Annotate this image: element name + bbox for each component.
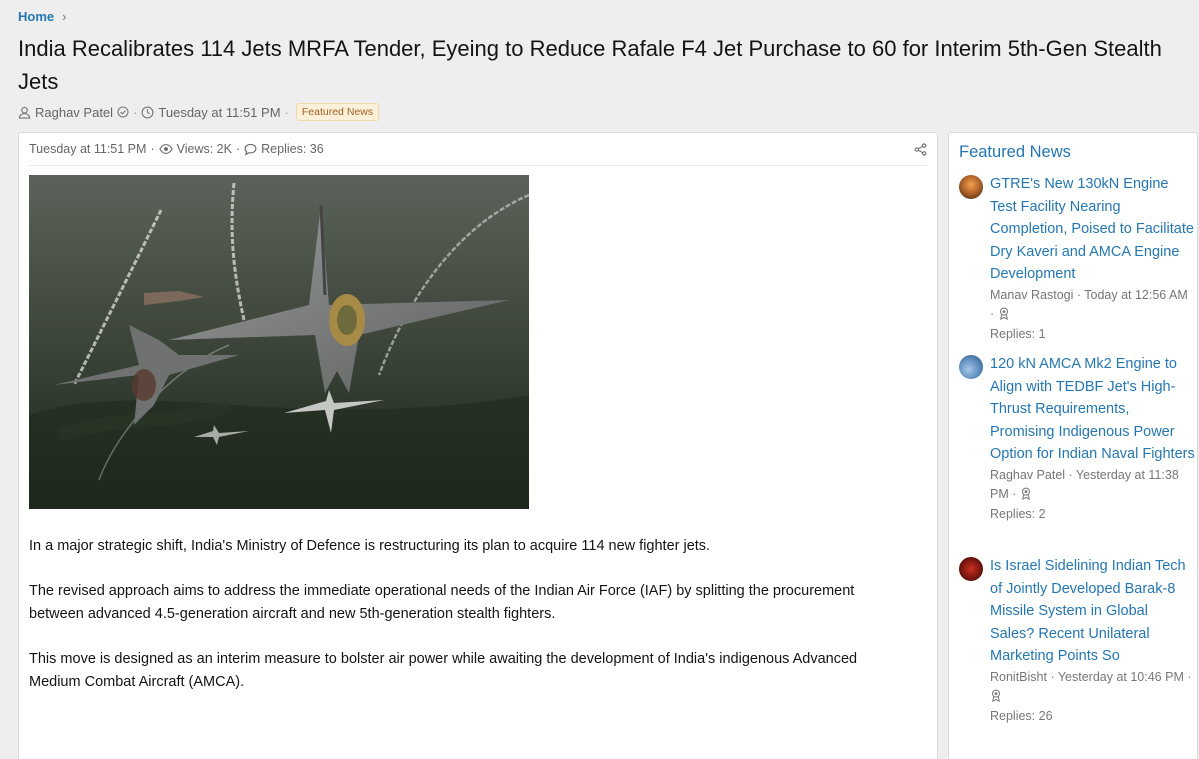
featured-item-byline: RonitBisht · Yesterday at 10:46 PM · xyxy=(990,669,1192,684)
chevron-right-icon: › xyxy=(62,9,67,24)
clock-icon xyxy=(141,106,154,119)
post-container: Tuesday at 11:51 PM · Views: 2K · Replie… xyxy=(18,132,938,759)
eye-icon xyxy=(158,143,173,155)
meta-separator: · xyxy=(284,104,289,120)
featured-item-byline: Raghav Patel · Yesterday at 11:38 PM · xyxy=(990,467,1179,502)
meta-separator: · xyxy=(133,104,138,120)
share-icon[interactable] xyxy=(914,142,927,156)
featured-item-replies: Replies: 26 xyxy=(990,708,1053,723)
verified-icon xyxy=(117,106,129,118)
post-header: Tuesday at 11:51 PM · Views: 2K · Replie… xyxy=(29,133,927,166)
post-replies: Replies: 36 xyxy=(261,142,324,156)
award-icon xyxy=(1020,487,1032,500)
featured-item: 120 kN AMCA Mk2 Engine to Align with TED… xyxy=(959,353,1195,524)
post-date-link[interactable]: Tuesday at 11:51 PM xyxy=(29,142,146,156)
sidebar-title[interactable]: Featured News xyxy=(959,143,1071,162)
thread-date-link[interactable]: Tuesday at 11:51 PM xyxy=(158,105,280,120)
featured-item: GTRE's New 130kN Engine Test Facility Ne… xyxy=(959,173,1195,344)
avatar[interactable] xyxy=(959,175,983,199)
breadcrumb-home-link[interactable]: Home xyxy=(18,9,54,24)
featured-item-meta: RonitBisht · Yesterday at 10:46 PM · Rep… xyxy=(990,668,1195,727)
featured-item-replies: Replies: 2 xyxy=(990,506,1046,521)
article-body: In a major strategic shift, India's Mini… xyxy=(29,535,909,716)
post-views: Views: 2K xyxy=(176,142,232,156)
avatar[interactable] xyxy=(959,557,983,581)
featured-item-meta: Manav Rastogi · Today at 12:56 AM · Repl… xyxy=(990,286,1195,345)
breadcrumb: Home › xyxy=(18,9,66,24)
comment-icon xyxy=(244,143,257,156)
avatar[interactable] xyxy=(959,355,983,379)
featured-item-byline: Manav Rastogi · Today at 12:56 AM · xyxy=(990,287,1188,322)
featured-item-link[interactable]: 120 kN AMCA Mk2 Engine to Align with TED… xyxy=(990,353,1195,466)
award-icon xyxy=(998,307,1010,320)
award-icon xyxy=(990,689,1002,702)
featured-news-sidebar: Featured News GTRE's New 130kN Engine Te… xyxy=(948,132,1198,759)
article-paragraph: The revised approach aims to address the… xyxy=(29,583,855,622)
article-paragraph: This move is designed as an interim meas… xyxy=(29,651,858,690)
featured-item-replies: Replies: 1 xyxy=(990,326,1046,341)
thread-meta: Raghav Patel · Tuesday at 11:51 PM · Fea… xyxy=(18,103,380,121)
meta-separator: · xyxy=(150,142,155,156)
featured-item: Is Israel Sidelining Indian Tech of Join… xyxy=(959,555,1195,726)
thread-author-link[interactable]: Raghav Patel xyxy=(35,105,113,120)
page-title: India Recalibrates 114 Jets MRFA Tender,… xyxy=(18,36,1162,94)
thread-prefix-badge[interactable]: Featured News xyxy=(295,103,380,121)
featured-item-link[interactable]: Is Israel Sidelining Indian Tech of Join… xyxy=(990,555,1195,668)
article-hero-image[interactable] xyxy=(29,175,529,509)
featured-item-link[interactable]: GTRE's New 130kN Engine Test Facility Ne… xyxy=(990,173,1195,286)
featured-item-meta: Raghav Patel · Yesterday at 11:38 PM · R… xyxy=(990,466,1195,525)
user-icon xyxy=(18,106,31,119)
meta-separator: · xyxy=(235,142,241,156)
article-paragraph: In a major strategic shift, India's Mini… xyxy=(29,538,711,554)
